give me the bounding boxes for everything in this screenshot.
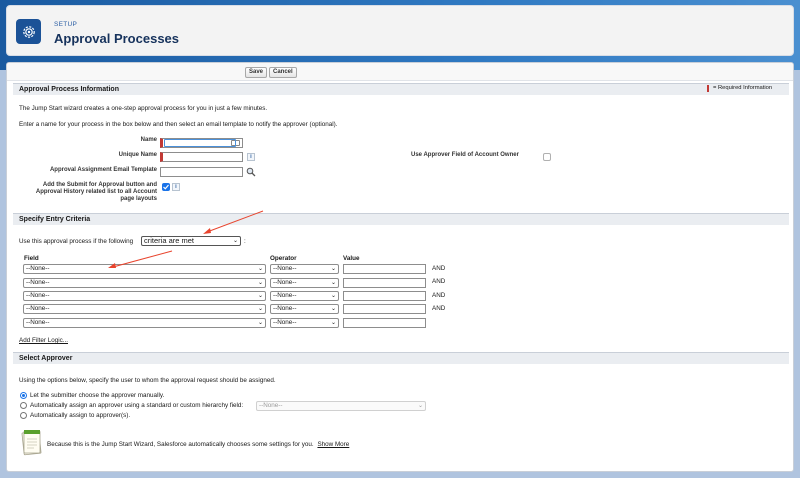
radio-manual-label[interactable]: Let the submitter choose the approver ma… <box>30 392 164 399</box>
value-column-header: Value <box>343 255 360 262</box>
and-label: AND <box>432 292 446 299</box>
filter-operator-select[interactable]: --None-- ⌄ <box>270 304 339 314</box>
chevron-down-icon: ⌄ <box>257 280 263 286</box>
chevron-down-icon: ⌄ <box>330 320 336 326</box>
chevron-down-icon: ⌄ <box>257 306 263 312</box>
submit-approval-checkbox[interactable] <box>162 183 170 191</box>
info-intro-2: Enter a name for your process in the box… <box>19 121 338 128</box>
filter-value-input[interactable] <box>343 264 426 274</box>
use-approver-label: Use Approver Field of Account Owner <box>411 152 519 158</box>
gear-icon <box>16 19 41 44</box>
email-template-label: Approval Assignment Email Template <box>49 167 157 173</box>
filter-field-select[interactable]: --None-- ⌄ <box>23 291 266 301</box>
criteria-select[interactable]: criteria are met ⌄ <box>141 236 241 246</box>
filter-value-input[interactable] <box>343 278 426 288</box>
chevron-down-icon: ⌄ <box>257 320 263 326</box>
use-approver-checkbox[interactable] <box>543 153 551 161</box>
chevron-down-icon: ⌄ <box>330 280 336 286</box>
email-template-input[interactable] <box>160 167 243 177</box>
field-column-header: Field <box>24 255 39 262</box>
chevron-down-icon: ⌄ <box>257 266 263 272</box>
save-button[interactable]: Save <box>245 67 268 78</box>
and-label: AND <box>432 278 446 285</box>
criteria-prompt: Use this approval process if the followi… <box>19 238 134 245</box>
filter-value-input[interactable] <box>343 291 426 301</box>
chevron-down-icon: ⌄ <box>417 403 423 409</box>
filter-operator-select[interactable]: --None-- ⌄ <box>270 264 339 274</box>
filter-operator-select[interactable]: --None-- ⌄ <box>270 278 339 288</box>
filter-operator-select[interactable]: --None-- ⌄ <box>270 318 339 328</box>
show-more-link[interactable]: Show More <box>317 441 349 448</box>
button-bar: Save Cancel <box>7 63 793 81</box>
filter-field-select[interactable]: --None-- ⌄ <box>23 264 266 274</box>
search-icon[interactable] <box>246 167 256 177</box>
hierarchy-field-select[interactable]: --None-- ⌄ <box>256 401 426 411</box>
approver-intro: Using the options below, specify the use… <box>19 377 276 384</box>
name-input-focus <box>164 139 236 147</box>
section-title-approver: Select Approver <box>19 355 73 362</box>
header-eyebrow: SETUP <box>54 21 78 28</box>
cancel-button[interactable]: Cancel <box>269 67 297 78</box>
approval-wizard-panel: Save Cancel Approval Process Information… <box>6 62 794 472</box>
radio-hierarchy[interactable] <box>20 402 27 409</box>
unique-name-label: Unique Name <box>118 152 157 158</box>
radio-hierarchy-label[interactable]: Automatically assign an approver using a… <box>30 402 243 409</box>
wizard-note: Because this is the Jump Start Wizard, S… <box>47 441 350 448</box>
required-legend: = Required Information <box>713 85 773 91</box>
radio-assign[interactable] <box>20 412 27 419</box>
and-label: AND <box>432 305 446 312</box>
section-header-approver: Select Approver <box>13 352 789 364</box>
radio-assign-label[interactable]: Automatically assign to approver(s). <box>30 412 130 419</box>
section-title-information: Approval Process Information <box>19 86 119 93</box>
chevron-down-icon: ⌄ <box>232 238 238 244</box>
add-filter-logic-link[interactable]: Add Filter Logic... <box>19 337 68 344</box>
submit-approval-label: Add the Submit for Approval button and A… <box>35 182 157 202</box>
operator-column-header: Operator <box>270 255 297 262</box>
section-header-information: Approval Process Information <box>13 83 789 95</box>
notepad-icon <box>21 428 43 456</box>
filter-field-select[interactable]: --None-- ⌄ <box>23 278 266 288</box>
unique-name-input[interactable] <box>160 152 243 162</box>
info-icon[interactable]: i <box>247 153 255 161</box>
and-label: AND <box>432 265 446 272</box>
radio-manual[interactable] <box>20 392 27 399</box>
name-label: Name <box>140 137 157 143</box>
name-input[interactable] <box>160 138 243 148</box>
chevron-down-icon: ⌄ <box>330 293 336 299</box>
filter-value-input[interactable] <box>343 304 426 314</box>
filter-field-select[interactable]: --None-- ⌄ <box>23 318 266 328</box>
info-icon[interactable]: i <box>172 183 180 191</box>
criteria-colon: : <box>244 238 246 245</box>
required-legend-marker <box>707 85 709 92</box>
filter-value-input[interactable] <box>343 318 426 328</box>
filter-field-select[interactable]: --None-- ⌄ <box>23 304 266 314</box>
chevron-down-icon: ⌄ <box>330 266 336 272</box>
chevron-down-icon: ⌄ <box>330 306 336 312</box>
page-header: SETUP Approval Processes <box>6 5 794 56</box>
section-header-criteria: Specify Entry Criteria <box>13 213 789 225</box>
page-title: Approval Processes <box>54 31 180 46</box>
chevron-down-icon: ⌄ <box>257 293 263 299</box>
filter-operator-select[interactable]: --None-- ⌄ <box>270 291 339 301</box>
section-title-criteria: Specify Entry Criteria <box>19 216 91 223</box>
info-intro-1: The Jump Start wizard creates a one-step… <box>19 105 268 112</box>
